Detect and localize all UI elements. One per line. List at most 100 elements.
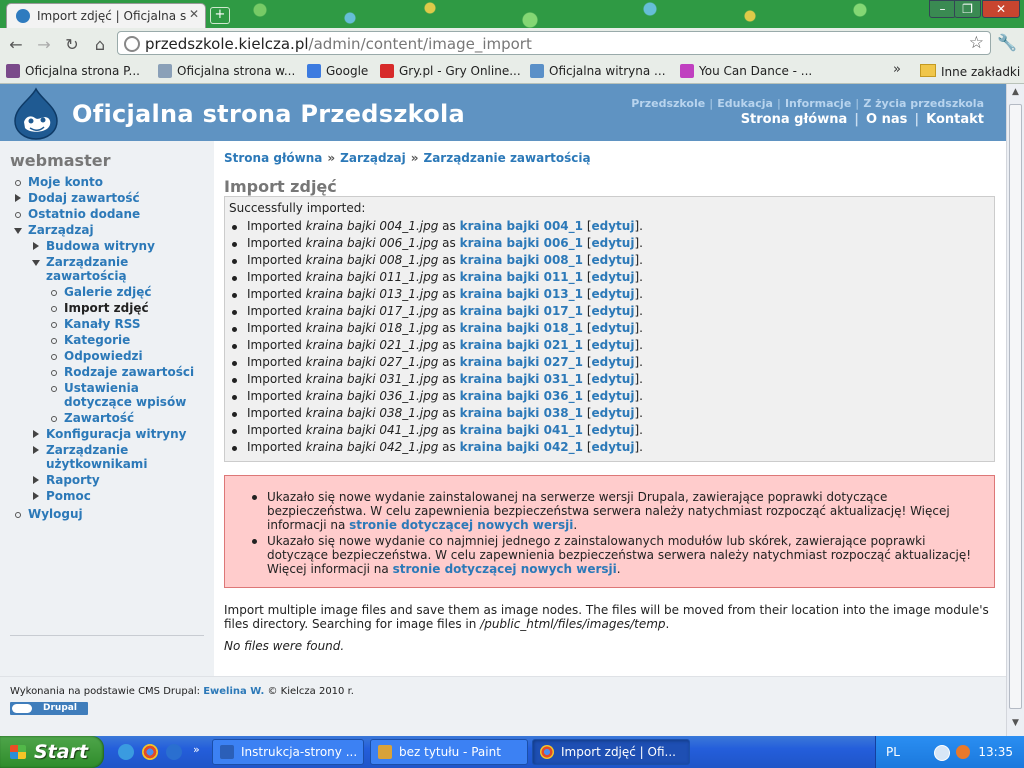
breadcrumb-home[interactable]: Strona główna (224, 151, 322, 165)
bookmark-star-icon[interactable]: ☆ (969, 33, 984, 53)
menu-link-zarzadzanie-zawartoscia[interactable]: Zarządzanie zawartością (46, 255, 128, 283)
node-link[interactable]: kraina bajki 041_1 (460, 423, 583, 437)
edit-link[interactable]: edytuj (592, 287, 635, 301)
quicklaunch-ie-icon[interactable] (118, 744, 134, 760)
start-button[interactable]: Start (0, 736, 104, 768)
edit-link[interactable]: edytuj (592, 338, 635, 352)
edit-link[interactable]: edytuj (592, 423, 635, 437)
node-link[interactable]: kraina bajki 031_1 (460, 372, 583, 386)
quicklaunch-chrome-icon[interactable] (142, 744, 158, 760)
edit-link[interactable]: edytuj (592, 355, 635, 369)
drupal-logo-icon[interactable] (13, 87, 59, 141)
menu-link-galerie[interactable]: Galerie zdjęć (64, 285, 152, 299)
forward-icon[interactable]: → (34, 35, 54, 54)
primary-link[interactable]: Kontakt (926, 112, 984, 127)
node-link[interactable]: kraina bajki 004_1 (460, 219, 583, 233)
edit-link[interactable]: edytuj (592, 406, 635, 420)
browser-tab[interactable]: Import zdjęć | Oficjalna s ✕ (6, 3, 206, 28)
menu-link-ustawienia[interactable]: Ustawienia dotyczące wpisów (64, 381, 186, 409)
update-icon[interactable] (956, 745, 970, 759)
site-title[interactable]: Oficjalna strona Przedszkola (72, 100, 465, 128)
taskbar-item-active[interactable]: Import zdjęć | Ofi... (532, 739, 690, 765)
url-text[interactable]: przedszkole.kielcza.pl/admin/content/ima… (145, 35, 532, 53)
node-link[interactable]: kraina bajki 013_1 (460, 287, 583, 301)
secondary-link[interactable]: Edukacja (717, 97, 773, 110)
wrench-menu-icon[interactable]: 🔧 (997, 33, 1017, 52)
primary-link[interactable]: O nas (866, 112, 907, 127)
language-indicator[interactable]: PL (886, 745, 900, 759)
bookmark-item[interactable]: You Can Dance - ... (680, 64, 812, 78)
menu-link-kategorie[interactable]: Kategorie (64, 333, 130, 347)
menu-link-rss[interactable]: Kanały RSS (64, 317, 140, 331)
menu-link-rodzaje[interactable]: Rodzaje zawartości (64, 365, 194, 379)
new-tab-button[interactable]: + (210, 7, 230, 24)
node-link[interactable]: kraina bajki 042_1 (460, 440, 583, 454)
edit-link[interactable]: edytuj (592, 219, 635, 233)
menu-link-ostatnio[interactable]: Ostatnio dodane (28, 207, 140, 221)
secondary-link[interactable]: Z życia przedszkola (863, 97, 984, 110)
menu-link-budowa[interactable]: Budowa witryny (46, 239, 155, 253)
bookmark-item[interactable]: Oficjalna strona P... (6, 64, 140, 78)
edit-link[interactable]: edytuj (592, 253, 635, 267)
menu-link-pomoc[interactable]: Pomoc (46, 489, 91, 503)
menu-link-raporty[interactable]: Raporty (46, 473, 100, 487)
menu-link-uzytkownicy[interactable]: Zarządzanie użytkownikami (46, 443, 147, 471)
taskbar-item[interactable]: bez tytułu - Paint (370, 739, 528, 765)
secondary-link[interactable]: Przedszkole (631, 97, 705, 110)
edit-link[interactable]: edytuj (592, 270, 635, 284)
menu-link-zawartosc[interactable]: Zawartość (64, 411, 134, 425)
edit-link[interactable]: edytuj (592, 321, 635, 335)
node-link[interactable]: kraina bajki 027_1 (460, 355, 583, 369)
menu-link-zarzadzaj[interactable]: Zarządzaj (28, 223, 94, 237)
node-link[interactable]: kraina bajki 018_1 (460, 321, 583, 335)
network-icon[interactable] (934, 745, 950, 761)
reload-icon[interactable]: ↻ (62, 35, 82, 54)
close-window-button[interactable]: ✕ (982, 0, 1020, 18)
author-link[interactable]: Ewelina W. (203, 686, 264, 697)
edit-link[interactable]: edytuj (592, 389, 635, 403)
taskbar-item[interactable]: Instrukcja-strony ... (212, 739, 364, 765)
bookmarks-more-button[interactable]: » (893, 62, 901, 77)
vertical-scrollbar[interactable]: ▲ ▼ (1006, 84, 1024, 736)
powered-by-drupal-badge[interactable]: Drupal (10, 702, 88, 715)
node-link[interactable]: kraina bajki 008_1 (460, 253, 583, 267)
edit-link[interactable]: edytuj (592, 236, 635, 250)
maximize-button[interactable]: ❐ (954, 0, 981, 18)
scrollbar-thumb[interactable] (1009, 104, 1022, 709)
menu-link-moje-konto[interactable]: Moje konto (28, 175, 103, 189)
node-link[interactable]: kraina bajki 011_1 (460, 270, 583, 284)
breadcrumb-content[interactable]: Zarządzanie zawartością (424, 151, 591, 165)
node-link[interactable]: kraina bajki 021_1 (460, 338, 583, 352)
node-link[interactable]: kraina bajki 038_1 (460, 406, 583, 420)
menu-link-konfiguracja[interactable]: Konfiguracja witryny (46, 427, 186, 441)
new-versions-link[interactable]: stronie dotyczącej nowych wersji (393, 562, 617, 576)
secondary-link[interactable]: Informacje (785, 97, 851, 110)
scroll-down-arrow-icon[interactable]: ▼ (1009, 718, 1022, 732)
bookmark-item[interactable]: Gry.pl - Gry Online... (380, 64, 521, 78)
bookmark-item[interactable]: Google (307, 64, 368, 78)
node-link[interactable]: kraina bajki 006_1 (460, 236, 583, 250)
minimize-button[interactable]: – (929, 0, 956, 18)
home-icon[interactable]: ⌂ (90, 35, 110, 54)
new-versions-link[interactable]: stronie dotyczącej nowych wersji (349, 518, 573, 532)
node-link[interactable]: kraina bajki 017_1 (460, 304, 583, 318)
menu-link-wyloguj[interactable]: Wyloguj (28, 507, 83, 521)
menu-link-dodaj[interactable]: Dodaj zawartość (28, 191, 140, 205)
scroll-up-arrow-icon[interactable]: ▲ (1009, 87, 1022, 101)
breadcrumb-admin[interactable]: Zarządzaj (340, 151, 406, 165)
bookmark-item[interactable]: Oficjalna strona w... (158, 64, 295, 78)
edit-link[interactable]: edytuj (592, 372, 635, 386)
edit-link[interactable]: edytuj (592, 440, 635, 454)
other-bookmarks-folder[interactable]: Inne zakładki (920, 64, 1020, 79)
menu-link-odpowiedzi[interactable]: Odpowiedzi (64, 349, 143, 363)
primary-link[interactable]: Strona główna (741, 112, 848, 127)
edit-link[interactable]: edytuj (592, 304, 635, 318)
menu-link-import[interactable]: Import zdjęć (64, 301, 149, 315)
back-icon[interactable]: ← (6, 35, 26, 54)
quicklaunch-more-button[interactable]: » (193, 743, 200, 756)
bookmark-item[interactable]: Oficjalna witryna ... (530, 64, 666, 78)
node-link[interactable]: kraina bajki 036_1 (460, 389, 583, 403)
quicklaunch-browser-icon[interactable] (166, 744, 182, 760)
address-bar[interactable]: przedszkole.kielcza.pl/admin/content/ima… (117, 31, 991, 55)
close-tab-icon[interactable]: ✕ (189, 7, 199, 21)
